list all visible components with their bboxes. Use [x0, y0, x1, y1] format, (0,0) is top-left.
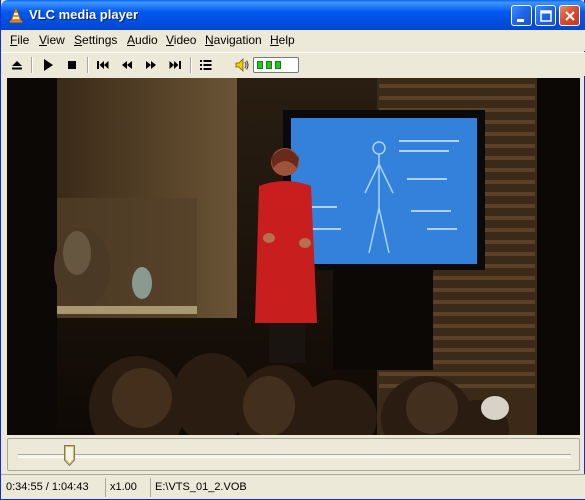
fast-forward-icon: [146, 61, 156, 69]
video-display[interactable]: [7, 78, 580, 435]
close-button[interactable]: [559, 5, 580, 26]
maximize-icon: [540, 10, 552, 22]
speaker-icon: [235, 58, 249, 72]
menu-audio[interactable]: Audio: [127, 33, 158, 47]
next-button[interactable]: [166, 56, 184, 74]
time-display: 0:34:55 / 1:04:43: [6, 481, 89, 493]
stop-icon: [68, 61, 76, 69]
menu-navigation[interactable]: Navigation: [205, 33, 262, 47]
volume-segment: [266, 61, 272, 69]
toolbar-separator: [31, 57, 33, 73]
skip-previous-icon: [97, 61, 109, 69]
close-icon: [565, 11, 575, 21]
toolbar: [1, 52, 585, 76]
menu-video[interactable]: Video: [166, 33, 196, 47]
stop-button[interactable]: [63, 56, 81, 74]
volume-segment: [275, 61, 281, 69]
maximize-button[interactable]: [535, 5, 556, 26]
rewind-button[interactable]: [118, 56, 136, 74]
playlist-button[interactable]: [197, 56, 215, 74]
minimize-icon: [517, 19, 524, 22]
volume-slider[interactable]: [253, 57, 299, 73]
menu-file[interactable]: File: [10, 33, 29, 47]
rewind-icon: [122, 61, 132, 69]
seek-handle[interactable]: [63, 445, 75, 467]
play-button[interactable]: [39, 56, 57, 74]
eject-button[interactable]: [8, 56, 26, 74]
slider-thumb-icon: [63, 445, 75, 467]
eject-icon: [12, 61, 22, 70]
toolbar-separator: [87, 57, 89, 73]
minimize-button[interactable]: [511, 5, 532, 26]
play-icon: [44, 59, 53, 71]
menu-help[interactable]: Help: [270, 33, 295, 47]
file-path: E:\VTS_01_2.VOB: [150, 478, 251, 497]
title-bar[interactable]: VLC media player: [1, 0, 585, 30]
vlc-window: VLC media player File View Settings Audi…: [0, 0, 585, 500]
playlist-icon: [200, 60, 212, 70]
volume-segment: [257, 61, 263, 69]
video-frame: [7, 78, 580, 435]
playback-speed: x1.00: [105, 478, 141, 497]
mute-button[interactable]: [233, 56, 251, 74]
fast-forward-button[interactable]: [142, 56, 160, 74]
previous-button[interactable]: [94, 56, 112, 74]
menu-settings[interactable]: Settings: [74, 33, 117, 47]
menu-view[interactable]: View: [39, 33, 65, 47]
skip-next-icon: [169, 61, 181, 69]
vlc-cone-icon: [8, 7, 24, 23]
seek-panel: [7, 438, 580, 471]
menu-bar: File View Settings Audio Video Navigatio…: [1, 30, 585, 51]
window-title: VLC media player: [29, 7, 139, 22]
status-bar: 0:34:55 / 1:04:43 x1.00 E:\VTS_01_2.VOB: [1, 474, 585, 499]
seek-bar[interactable]: [18, 454, 571, 458]
toolbar-separator: [190, 57, 192, 73]
